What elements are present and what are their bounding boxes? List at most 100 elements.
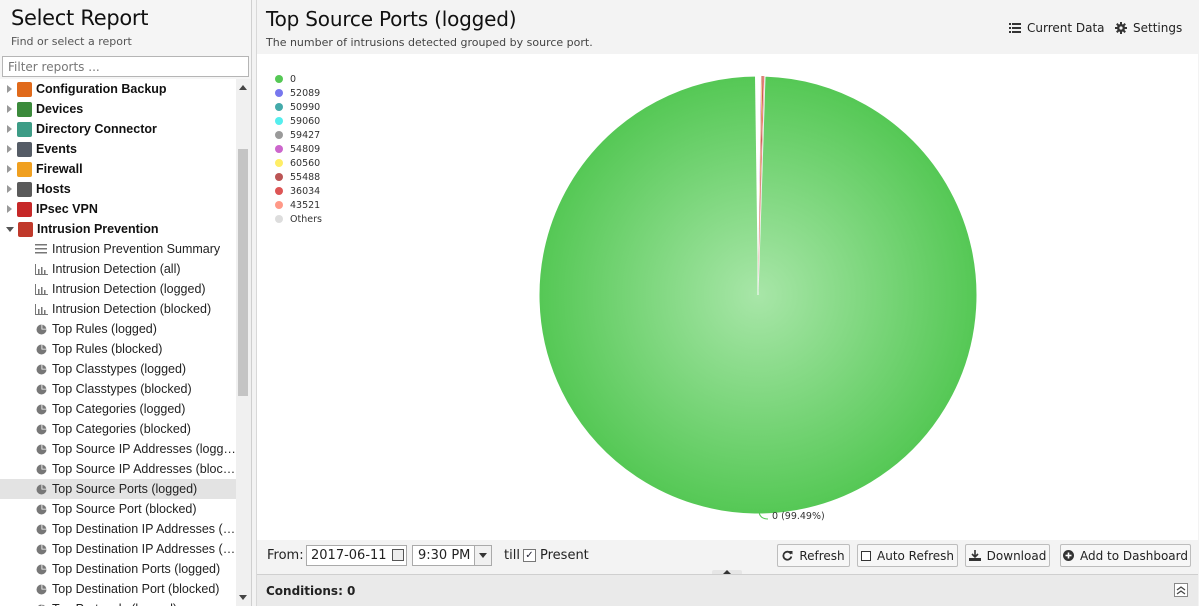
add-to-dashboard-label: Add to Dashboard [1079, 548, 1188, 563]
tree-report-label: Intrusion Prevention Summary [52, 242, 221, 256]
tree-report-label: Top Destination IP Addresses (lo... [52, 522, 236, 536]
scroll-thumb[interactable] [238, 149, 248, 396]
expand-closed-icon[interactable] [7, 125, 12, 133]
present-label: Present [540, 548, 589, 563]
pie-chart-icon [34, 343, 48, 355]
bar-chart-icon [34, 263, 48, 275]
tree-report-item[interactable]: Top Source Ports (logged) [0, 479, 236, 499]
report-subtitle: The number of intrusions detected groupe… [266, 36, 593, 49]
tree-report-item[interactable]: Top Destination Ports (logged) [0, 559, 236, 579]
chevron-up-icon[interactable] [1174, 583, 1188, 597]
expand-closed-icon[interactable] [7, 85, 12, 93]
from-date-field[interactable]: 2017-06-11 [306, 545, 407, 566]
tree-category[interactable]: Configuration Backup [0, 79, 236, 99]
scroll-down-arrow[interactable] [239, 595, 247, 600]
devices-icon [17, 101, 32, 117]
pie-chart-icon [34, 463, 48, 475]
tree-report-item[interactable]: Top Destination Port (blocked) [0, 579, 236, 599]
scroll-up-arrow[interactable] [239, 85, 247, 90]
expand-open-icon[interactable] [6, 226, 14, 232]
tree-report-item[interactable]: Top Categories (blocked) [0, 419, 236, 439]
hosts-icon [17, 181, 32, 197]
filter-reports-input[interactable] [2, 56, 249, 77]
conditions-bar[interactable]: Conditions: 0 [257, 574, 1198, 606]
refresh-label: Refresh [799, 548, 845, 563]
till-label: till [504, 548, 520, 563]
from-time-select[interactable]: 9:30 PM [412, 545, 492, 566]
tree-report-item[interactable]: Top Classtypes (blocked) [0, 379, 236, 399]
checkbox-icon [861, 550, 871, 561]
tree-report-label: Top Protocols (logged) [52, 602, 177, 606]
pie-chart-icon [34, 523, 48, 535]
tree-report-label: Top Categories (logged) [52, 402, 186, 416]
tree-report-item[interactable]: Top Classtypes (logged) [0, 359, 236, 379]
tree-report-item[interactable]: Top Destination IP Addresses (lo... [0, 519, 236, 539]
from-date-value: 2017-06-11 [311, 548, 387, 563]
tree-category[interactable]: Directory Connector [0, 119, 236, 139]
tree-report-label: Intrusion Detection (all) [52, 262, 181, 276]
tree-report-item[interactable]: Top Rules (logged) [0, 319, 236, 339]
tree-report-label: Top Source Port (blocked) [52, 502, 197, 516]
conditions-label: Conditions: 0 [266, 584, 356, 598]
tree-category[interactable]: Events [0, 139, 236, 159]
tree-category-label: Intrusion Prevention [37, 222, 159, 236]
download-button[interactable]: Download [965, 544, 1050, 567]
tree-category-label: Devices [36, 102, 84, 116]
pie-chart-icon [34, 363, 48, 375]
tree-report-item[interactable]: Intrusion Prevention Summary [0, 239, 236, 259]
tree-report-item[interactable]: Intrusion Detection (all) [0, 259, 236, 279]
from-label: From: [267, 548, 304, 563]
auto-refresh-label: Auto Refresh [877, 548, 954, 563]
tree-report-label: Top Source IP Addresses (logged) [52, 442, 236, 456]
firewall-icon [17, 161, 32, 177]
expand-closed-icon[interactable] [7, 105, 12, 113]
tree-report-item[interactable]: Top Rules (blocked) [0, 339, 236, 359]
gear-icon [1115, 22, 1127, 34]
expand-closed-icon[interactable] [7, 205, 12, 213]
expand-closed-icon[interactable] [7, 185, 12, 193]
plus-circle-icon [1062, 550, 1074, 561]
tree-category[interactable]: Intrusion Prevention [0, 219, 236, 239]
tree-report-item[interactable]: Intrusion Detection (logged) [0, 279, 236, 299]
tree-scrollbar[interactable] [236, 79, 251, 606]
calendar-icon[interactable] [392, 549, 404, 561]
chevron-down-icon[interactable] [474, 546, 491, 565]
backup-icon [17, 81, 32, 97]
tree-report-label: Intrusion Detection (blocked) [52, 302, 212, 316]
refresh-button[interactable]: Refresh [777, 544, 850, 567]
tree-report-label: Top Source Ports (logged) [52, 482, 198, 496]
auto-refresh-button[interactable]: Auto Refresh [857, 544, 958, 567]
tree-report-item[interactable]: Top Destination IP Addresses (blo... [0, 539, 236, 559]
add-to-dashboard-button[interactable]: Add to Dashboard [1060, 544, 1191, 567]
expand-closed-icon[interactable] [7, 145, 12, 153]
pie-chart-icon [34, 563, 48, 575]
present-checkbox[interactable]: ✓ [523, 549, 536, 562]
tree-report-item[interactable]: Top Source Port (blocked) [0, 499, 236, 519]
tree-report-item[interactable]: Top Source IP Addresses (logged) [0, 439, 236, 459]
lock-icon [17, 201, 32, 217]
from-time-value: 9:30 PM [418, 548, 471, 563]
tree-report-item[interactable]: Top Protocols (logged) [0, 599, 236, 606]
tree-report-item[interactable]: Intrusion Detection (blocked) [0, 299, 236, 319]
pie-chart-icon [34, 483, 48, 495]
expand-closed-icon[interactable] [7, 165, 12, 173]
tree-category-label: Configuration Backup [36, 82, 167, 96]
tree-report-label: Intrusion Detection (logged) [52, 282, 206, 296]
tree-category[interactable]: IPsec VPN [0, 199, 236, 219]
tree-category[interactable]: Devices [0, 99, 236, 119]
tree-report-label: Top Destination Ports (logged) [52, 562, 221, 576]
tree-category[interactable]: Hosts [0, 179, 236, 199]
tree-category[interactable]: Firewall [0, 159, 236, 179]
tree-report-item[interactable]: Top Source IP Addresses (blocked) [0, 459, 236, 479]
report-title: Top Source Ports (logged) [266, 7, 517, 31]
current-data-button[interactable]: Current Data [1009, 19, 1105, 37]
pie-chart-icon [34, 583, 48, 595]
pie-data-label: 0 (99.49%) [772, 511, 825, 522]
settings-button[interactable]: Settings [1115, 19, 1182, 37]
pie-chart [538, 75, 978, 520]
tree-category-label: Hosts [36, 182, 71, 196]
pie-chart-icon [34, 403, 48, 415]
panel-title: Select Report [11, 6, 149, 30]
tree-report-label: Top Classtypes (logged) [52, 362, 187, 376]
tree-report-item[interactable]: Top Categories (logged) [0, 399, 236, 419]
